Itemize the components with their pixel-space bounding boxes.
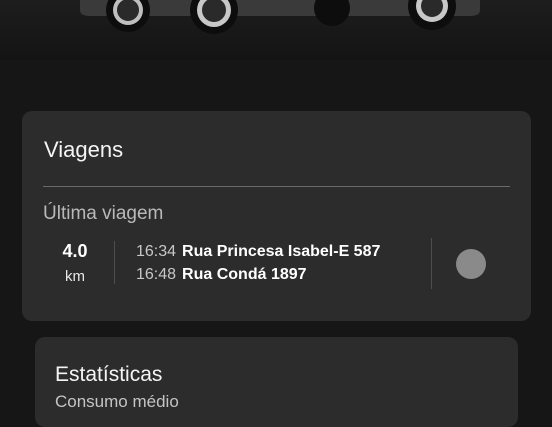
trip-start-address: Rua Princesa Isabel-E 587	[182, 243, 381, 260]
trip-end-address: Rua Condá 1897	[182, 266, 307, 283]
trip-separator-right	[431, 238, 432, 289]
trip-distance-unit: km	[65, 268, 85, 285]
stats-subtitle: Consumo médio	[55, 392, 179, 411]
trips-title: Viagens	[44, 137, 124, 162]
trip-distance-value: 4.0	[62, 241, 88, 261]
trip-start-time: 16:34	[136, 243, 177, 260]
trip-separator-left	[114, 241, 115, 284]
trip-end-time: 16:48	[136, 266, 177, 283]
vehicle-hero	[0, 0, 552, 60]
trip-status-dot-icon[interactable]	[456, 249, 486, 279]
stats-title: Estatísticas	[55, 363, 163, 386]
trips-card[interactable]: Viagens Última viagem 4.0 km 16:34 Rua Pr…	[22, 111, 531, 321]
trip-start-row: 16:34 Rua Princesa Isabel-E 587	[136, 243, 380, 261]
last-trip-label: Última viagem	[43, 203, 164, 224]
trip-end-row: 16:48 Rua Condá 1897	[136, 266, 307, 284]
vehicle-image	[80, 0, 480, 34]
trips-divider	[43, 186, 510, 187]
